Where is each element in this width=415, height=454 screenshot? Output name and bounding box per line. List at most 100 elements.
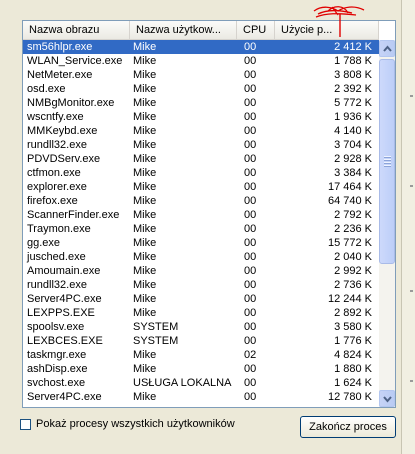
process-row[interactable]: firefox.exe Mike 00 64 740 K xyxy=(23,194,379,208)
process-name: firefox.exe xyxy=(27,195,78,207)
process-cpu: 00 xyxy=(244,41,257,53)
process-cpu: 00 xyxy=(244,83,257,95)
process-row[interactable]: NetMeter.exe Mike 00 3 808 K xyxy=(23,68,379,82)
process-row[interactable]: Server4PC.exe Mike 00 12 244 K xyxy=(23,292,379,306)
process-name: PDVDServ.exe xyxy=(27,153,101,165)
process-memory: 12 244 K xyxy=(327,293,372,305)
scroll-grip xyxy=(384,159,391,161)
process-row[interactable]: MMKeybd.exe Mike 00 4 140 K xyxy=(23,124,379,138)
process-row[interactable]: wscntfy.exe Mike 00 1 936 K xyxy=(23,110,379,124)
process-row[interactable]: sm56hlpr.exe Mike 00 2 412 K xyxy=(23,40,379,54)
show-all-processes-option[interactable]: Pokaż procesy wszystkich użytkowników xyxy=(20,418,235,431)
process-row[interactable]: WLAN_Service.exe Mike 00 1 788 K xyxy=(23,54,379,68)
process-user: Mike xyxy=(133,83,157,95)
process-name: Server4PC.exe xyxy=(27,391,102,403)
edge-tick xyxy=(410,95,413,97)
process-row[interactable]: rundll32.exe Mike 00 3 704 K xyxy=(23,138,379,152)
process-cpu: 00 xyxy=(244,265,257,277)
process-row[interactable]: taskmgr.exe Mike 02 4 824 K xyxy=(23,348,379,362)
column-cpu[interactable]: CPU xyxy=(237,21,275,39)
process-user: Mike xyxy=(133,349,157,361)
process-cpu: 00 xyxy=(244,139,257,151)
process-user: Mike xyxy=(133,223,157,235)
process-rows: sm56hlpr.exe Mike 00 2 412 K WLAN_Service.ex… xyxy=(23,40,379,404)
process-row[interactable]: spoolsv.exe SYSTEM 00 3 580 K xyxy=(23,320,379,334)
column-user-name[interactable]: Nazwa użytkow... xyxy=(130,21,237,39)
show-all-label: Pokaż procesy wszystkich użytkowników xyxy=(36,418,235,430)
process-row[interactable]: PDVDServ.exe Mike 00 2 928 K xyxy=(23,152,379,166)
process-row[interactable]: Amoumain.exe Mike 00 2 992 K xyxy=(23,264,379,278)
show-all-checkbox[interactable] xyxy=(20,419,31,430)
process-row[interactable]: osd.exe Mike 00 2 392 K xyxy=(23,82,379,96)
process-name: LEXPPS.EXE xyxy=(27,307,95,319)
process-row[interactable]: ctfmon.exe Mike 00 3 384 K xyxy=(23,166,379,180)
process-name: sm56hlpr.exe xyxy=(27,41,93,53)
process-cpu: 00 xyxy=(244,307,257,319)
process-user: SYSTEM xyxy=(133,321,179,333)
process-name: Traymon.exe xyxy=(27,223,91,235)
process-row[interactable]: svchost.exe USŁUGA LOKALNA 00 1 624 K xyxy=(23,376,379,390)
process-cpu: 00 xyxy=(244,195,257,207)
process-user: Mike xyxy=(133,181,157,193)
chevron-up-icon xyxy=(383,45,392,52)
process-name: ashDisp.exe xyxy=(27,363,88,375)
process-row[interactable]: ScannerFinder.exe Mike 00 2 792 K xyxy=(23,208,379,222)
process-name: rundll32.exe xyxy=(27,279,87,291)
process-memory: 2 892 K xyxy=(334,307,372,319)
process-memory: 3 704 K xyxy=(334,139,372,151)
process-user: Mike xyxy=(133,209,157,221)
process-user: Mike xyxy=(133,139,157,151)
vertical-scrollbar[interactable] xyxy=(379,40,395,407)
process-list[interactable]: Nazwa obrazu Nazwa użytkow... CPU Użycie… xyxy=(22,20,396,408)
process-row[interactable]: LEXPPS.EXE Mike 00 2 892 K xyxy=(23,306,379,320)
process-name: taskmgr.exe xyxy=(27,349,87,361)
process-user: Mike xyxy=(133,237,157,249)
process-row[interactable]: LEXBCES.EXE SYSTEM 00 1 776 K xyxy=(23,334,379,348)
process-name: jusched.exe xyxy=(27,251,86,263)
process-row[interactable]: rundll32.exe Mike 00 2 736 K xyxy=(23,278,379,292)
process-name: Server4PC.exe xyxy=(27,293,102,305)
process-row[interactable]: Server4PC.exe Mike 00 12 780 K xyxy=(23,390,379,404)
scroll-thumb[interactable] xyxy=(379,59,395,264)
process-row[interactable]: jusched.exe Mike 00 2 040 K xyxy=(23,250,379,264)
process-memory: 3 580 K xyxy=(334,321,372,333)
process-memory: 2 040 K xyxy=(334,251,372,263)
process-cpu: 00 xyxy=(244,153,257,165)
process-user: Mike xyxy=(133,41,157,53)
process-cpu: 00 xyxy=(244,391,257,403)
column-image-name[interactable]: Nazwa obrazu xyxy=(23,21,130,39)
process-user: USŁUGA LOKALNA xyxy=(133,377,232,389)
process-name: NMBgMonitor.exe xyxy=(27,97,115,109)
process-cpu: 00 xyxy=(244,125,257,137)
edge-tick xyxy=(410,185,413,187)
edge-tick xyxy=(410,380,413,382)
process-memory: 12 780 K xyxy=(327,391,372,403)
process-row[interactable]: Traymon.exe Mike 00 2 236 K xyxy=(23,222,379,236)
process-memory: 1 776 K xyxy=(334,335,372,347)
process-user: Mike xyxy=(133,167,157,179)
process-row[interactable]: gg.exe Mike 00 15 772 K xyxy=(23,236,379,250)
process-memory: 1 880 K xyxy=(334,363,372,375)
process-memory: 2 992 K xyxy=(334,265,372,277)
process-name: rundll32.exe xyxy=(27,139,87,151)
scroll-grip xyxy=(384,162,391,164)
process-row[interactable]: explorer.exe Mike 00 17 464 K xyxy=(23,180,379,194)
process-memory: 2 392 K xyxy=(334,83,372,95)
process-memory: 2 412 K xyxy=(334,41,372,53)
process-name: gg.exe xyxy=(27,237,61,249)
process-cpu: 00 xyxy=(244,97,257,109)
process-memory: 3 808 K xyxy=(334,69,372,81)
process-memory: 64 740 K xyxy=(327,195,372,207)
process-row[interactable]: ashDisp.exe Mike 00 1 880 K xyxy=(23,362,379,376)
process-cpu: 00 xyxy=(244,321,257,333)
scroll-down-button[interactable] xyxy=(379,390,395,407)
process-memory: 4 824 K xyxy=(334,349,372,361)
scroll-up-button[interactable] xyxy=(379,40,395,57)
end-process-button[interactable]: Zakończ proces xyxy=(300,416,396,438)
process-name: MMKeybd.exe xyxy=(27,125,98,137)
process-name: LEXBCES.EXE xyxy=(27,335,103,347)
process-row[interactable]: NMBgMonitor.exe Mike 00 5 772 K xyxy=(23,96,379,110)
process-cpu: 00 xyxy=(244,251,257,263)
process-cpu: 00 xyxy=(244,167,257,179)
process-cpu: 00 xyxy=(244,55,257,67)
